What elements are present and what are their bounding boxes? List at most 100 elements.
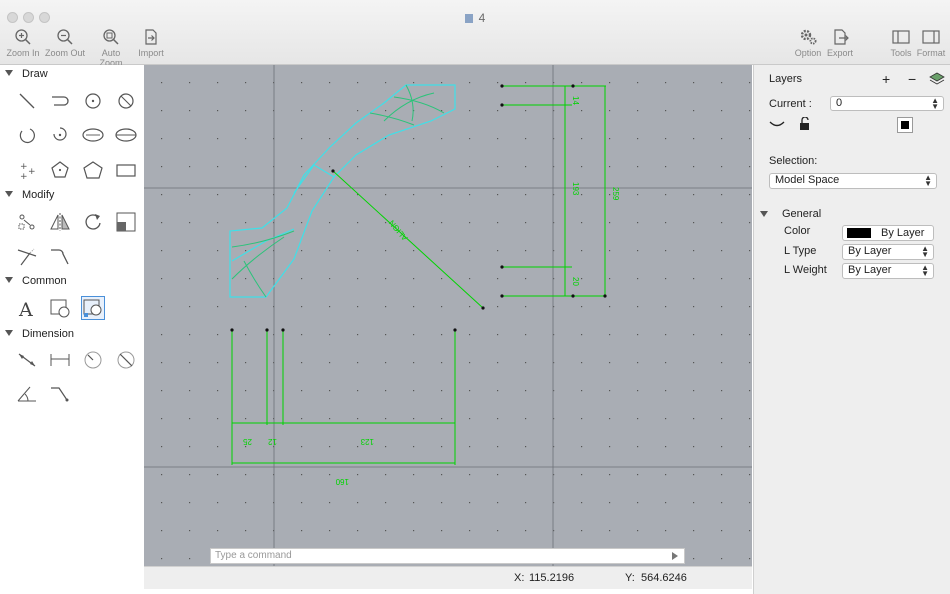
gear-icon <box>800 29 817 45</box>
add-layer-button[interactable]: + <box>882 71 890 87</box>
general-title: General <box>782 208 822 220</box>
command-input[interactable]: Type a command <box>210 548 685 564</box>
arc-3p-tool[interactable] <box>15 123 39 147</box>
section-dimension[interactable]: Dimension <box>0 328 74 340</box>
polygon-icon <box>83 161 103 179</box>
scale-icon <box>116 212 136 232</box>
selection-select[interactable]: Model Space ▲ ▼ <box>769 173 937 189</box>
insert-block-icon <box>83 299 102 317</box>
mirror-tool[interactable] <box>48 210 72 234</box>
ellipse-icon <box>82 128 104 142</box>
circle-2p-tool[interactable] <box>114 89 138 113</box>
section-draw[interactable]: Draw <box>0 68 48 80</box>
arc-3p-icon <box>19 128 35 144</box>
general-disclosure-icon[interactable] <box>760 211 768 217</box>
polygon-tool[interactable] <box>81 158 105 182</box>
disclosure-triangle-icon <box>5 70 13 76</box>
auto-zoom-button[interactable]: Auto Zoom <box>89 28 133 68</box>
disclosure-triangle-icon <box>5 330 13 336</box>
color-label: Color <box>784 225 811 237</box>
pentagon-inscribed-icon <box>51 161 69 178</box>
dim-text: 20 <box>571 277 580 286</box>
unlock-icon <box>800 116 809 130</box>
svg-text:+: + <box>28 167 36 177</box>
angular-dimension-tool[interactable] <box>15 382 39 406</box>
dim-text: 193 <box>571 182 580 196</box>
export-button[interactable]: Export <box>825 28 855 58</box>
insert-block-tool[interactable] <box>81 296 105 320</box>
import-icon <box>145 29 157 45</box>
aligned-dimension-tool[interactable] <box>15 348 39 372</box>
dim-text: 123 <box>360 437 374 446</box>
ellipse-tool[interactable] <box>81 123 105 147</box>
window-titlebar: 4 Zoom In Zoom Out Auto Zoom Import Opti… <box>0 0 950 68</box>
color-select[interactable]: By Layer <box>842 225 934 241</box>
current-layer-select[interactable]: 0 ▲ ▼ <box>830 96 944 111</box>
x-coordinate-label: X: <box>514 572 525 584</box>
point-icon: + ++ <box>20 162 36 180</box>
current-layer-label: Current : <box>769 98 812 110</box>
command-placeholder: Type a command <box>215 550 292 561</box>
drawing-area[interactable]: 14 193 259 20 ALIGN 25 12 123 160 <box>144 65 752 566</box>
dim-text: 14 <box>571 96 580 105</box>
lweight-label: L Weight <box>784 264 827 276</box>
linear-dimension-tool[interactable] <box>48 348 72 372</box>
x-coordinate-value: 115.2196 <box>529 572 575 584</box>
rectangle-tool[interactable] <box>114 158 138 182</box>
text-icon: A <box>18 299 33 319</box>
angular-dimension-icon <box>17 386 36 402</box>
section-common[interactable]: Common <box>0 275 67 287</box>
import-button[interactable]: Import <box>136 28 166 58</box>
select-arrows-icon: ▲ ▼ <box>924 173 932 188</box>
section-modify[interactable]: Modify <box>0 189 54 201</box>
leader-icon <box>51 387 69 402</box>
right-sidebar-icon <box>922 30 940 44</box>
line-icon <box>19 93 35 109</box>
drawing-canvas[interactable]: 14 193 259 20 ALIGN 25 12 123 160 <box>144 65 752 566</box>
fillet-icon <box>51 249 69 265</box>
format-toggle-button[interactable]: Format <box>916 28 946 58</box>
lweight-select[interactable]: By Layer ▲ ▼ <box>842 263 934 279</box>
radius-dimension-tool[interactable] <box>81 348 105 372</box>
tool-panel: Draw + + + Modify Common A Dimension <box>0 65 143 594</box>
tools-toggle-button[interactable]: Tools <box>888 28 914 58</box>
circle-center-tool[interactable] <box>81 89 105 113</box>
rectangle-icon <box>116 164 136 177</box>
polyline-tool[interactable] <box>48 89 72 113</box>
diameter-dimension-tool[interactable] <box>114 348 138 372</box>
layer-lock-toggle[interactable] <box>799 116 811 134</box>
rotate-tool[interactable] <box>81 210 105 234</box>
zoom-out-icon <box>57 29 73 45</box>
layers-stack-button[interactable] <box>929 72 945 89</box>
run-command-icon[interactable] <box>672 552 678 560</box>
ltype-select[interactable]: By Layer ▲ ▼ <box>842 244 934 260</box>
scale-tool[interactable] <box>114 210 138 234</box>
option-button[interactable]: Option <box>793 28 823 58</box>
remove-layer-button[interactable]: − <box>908 71 916 87</box>
dim-text: 160 <box>335 477 349 486</box>
layers-title: Layers <box>769 73 803 85</box>
block-tool[interactable] <box>48 296 72 320</box>
select-arrows-icon: ▲ ▼ <box>931 96 939 111</box>
pentagon-inscribed-tool[interactable] <box>48 158 72 182</box>
leader-tool[interactable] <box>48 382 72 406</box>
line-tool[interactable] <box>15 89 39 113</box>
zoom-in-button[interactable]: Zoom In <box>6 28 40 58</box>
aligned-dimension-icon <box>18 353 36 367</box>
disclosure-triangle-icon <box>5 277 13 283</box>
dim-text: 12 <box>268 437 277 446</box>
auto-zoom-icon <box>103 29 119 45</box>
polyline-icon <box>52 96 69 106</box>
trim-tool[interactable] <box>15 244 39 268</box>
ellipse-axis-tool[interactable] <box>114 123 138 147</box>
point-tool[interactable]: + + + <box>15 158 39 182</box>
move-icon <box>18 214 35 230</box>
zoom-out-button[interactable]: Zoom Out <box>44 28 86 58</box>
layer-visibility-toggle[interactable] <box>769 119 785 132</box>
arc-center-tool[interactable] <box>48 123 72 147</box>
move-tool[interactable] <box>15 210 39 234</box>
layer-color-button[interactable] <box>897 117 913 133</box>
text-tool[interactable]: A <box>15 296 39 320</box>
y-coordinate-label: Y: <box>625 572 635 584</box>
fillet-tool[interactable] <box>48 244 72 268</box>
